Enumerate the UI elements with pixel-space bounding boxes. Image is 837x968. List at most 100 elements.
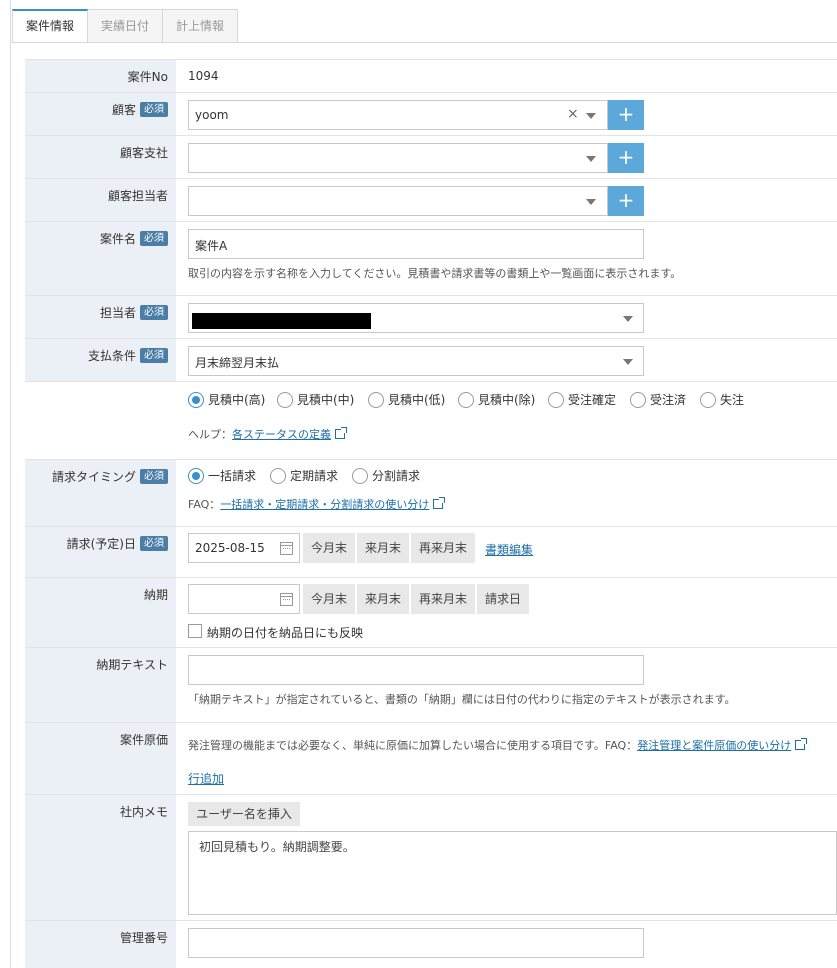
row-payment-terms: 支払条件 必須 月末締翌月末払 bbox=[25, 338, 837, 381]
customer-select[interactable]: yoom × bbox=[188, 100, 608, 130]
status-option-excluded[interactable]: 見積中(除) bbox=[458, 391, 535, 408]
delivery-text-input[interactable] bbox=[188, 655, 644, 685]
management-no-label: 管理番号 bbox=[119, 931, 168, 945]
add-row-link[interactable]: 行追加 bbox=[188, 770, 224, 787]
delivery-date-input[interactable] bbox=[188, 584, 300, 614]
payment-terms-label: 支払条件 bbox=[87, 349, 136, 363]
required-badge: 必須 bbox=[140, 536, 168, 551]
row-case-name: 案件名 必須 案件A 取引の内容を示す名称を入力してください。見積書や請求書等の書… bbox=[25, 221, 837, 295]
customer-label: 顧客 bbox=[111, 103, 136, 117]
row-delivery-text: 納期テキスト 「納期テキスト」が指定されていると、書類の「納期」欄には日付の代わ… bbox=[25, 647, 837, 722]
case-name-label: 案件名 bbox=[99, 232, 136, 246]
redacted-value bbox=[192, 313, 371, 329]
row-customer-branch: 顧客支社 + bbox=[25, 135, 837, 178]
delivery-end-of-next-month-button[interactable]: 来月末 bbox=[357, 584, 409, 614]
delivery-billing-date-button[interactable]: 請求日 bbox=[477, 584, 529, 614]
assignee-select[interactable] bbox=[188, 303, 644, 333]
left-border bbox=[10, 0, 11, 968]
customer-contact-label: 顧客担当者 bbox=[107, 189, 168, 203]
case-name-input[interactable]: 案件A bbox=[188, 229, 644, 259]
chevron-down-icon bbox=[623, 359, 633, 365]
billing-option-periodic[interactable]: 定期請求 bbox=[270, 467, 338, 484]
document-edit-link[interactable]: 書類編集 bbox=[485, 541, 533, 558]
billing-date-label: 請求(予定)日 bbox=[66, 537, 136, 551]
row-case-no: 案件No 1094 bbox=[25, 59, 837, 92]
delivery-end-of-month-after-next-button[interactable]: 再来月末 bbox=[411, 584, 475, 614]
customer-branch-label: 顧客支社 bbox=[119, 146, 168, 160]
chevron-down-icon bbox=[586, 113, 596, 119]
row-case-cost: 案件原価 発注管理の機能までは必要なく、単純に原価に加算したい場合に使用する項目… bbox=[25, 722, 837, 794]
row-customer: 顧客 必須 yoom × + bbox=[25, 92, 837, 135]
case-cost-faq-link[interactable]: 発注管理と案件原価の使い分け bbox=[637, 739, 791, 752]
management-no-input[interactable] bbox=[188, 928, 644, 958]
case-no-value: 1094 bbox=[188, 69, 219, 83]
add-customer-button[interactable]: + bbox=[608, 100, 644, 130]
status-option-order-confirmed[interactable]: 受注確定 bbox=[548, 391, 616, 408]
row-management-no: 管理番号 bbox=[25, 920, 837, 968]
required-badge: 必須 bbox=[140, 231, 168, 246]
billing-end-of-next-month-button[interactable]: 来月末 bbox=[357, 533, 409, 563]
chevron-down-icon bbox=[623, 316, 633, 322]
internal-memo-label: 社内メモ bbox=[119, 805, 168, 819]
billing-timing-label: 請求タイミング bbox=[51, 470, 136, 484]
tab-bar: 案件情報 実績日付 計上情報 bbox=[12, 9, 239, 43]
status-definition-link[interactable]: 各ステータスの定義 bbox=[232, 428, 331, 441]
delivery-label: 納期 bbox=[143, 588, 168, 602]
row-customer-contact: 顧客担当者 + bbox=[25, 178, 837, 221]
row-billing-date: 請求(予定)日 必須 2025-08-15 今月末 来月末 再来月末 書類編集 bbox=[25, 526, 837, 577]
case-cost-hint: 発注管理の機能までは必要なく、単純に原価に加算したい場合に使用する項目です。FA… bbox=[188, 737, 808, 753]
delivery-text-label: 納期テキスト bbox=[96, 658, 168, 672]
reflect-delivery-label: 納期の日付を納品日にも反映 bbox=[207, 626, 364, 640]
delivery-end-of-month-button[interactable]: 今月末 bbox=[303, 584, 355, 614]
status-option-high[interactable]: 見積中(高) bbox=[188, 391, 265, 408]
row-internal-memo: 社内メモ ユーザー名を挿入 初回見積もり。納期調整要。 bbox=[25, 794, 837, 920]
required-badge: 必須 bbox=[140, 348, 168, 363]
status-option-low[interactable]: 見積中(低) bbox=[368, 391, 445, 408]
insert-username-button[interactable]: ユーザー名を挿入 bbox=[188, 802, 300, 826]
row-assignee: 担当者 必須 bbox=[25, 295, 837, 338]
required-badge: 必須 bbox=[140, 102, 168, 117]
row-delivery: 納期 今月末 来月末 再来月末 請求日 納期の日付を納品日にも反映 bbox=[25, 577, 837, 647]
billing-option-installment[interactable]: 分割請求 bbox=[352, 467, 420, 484]
add-customer-branch-button[interactable]: + bbox=[608, 143, 644, 173]
reflect-delivery-checkbox[interactable] bbox=[188, 624, 202, 638]
status-option-ordered[interactable]: 受注済 bbox=[630, 391, 686, 408]
calendar-icon[interactable] bbox=[280, 593, 293, 606]
customer-value: yoom bbox=[195, 108, 229, 122]
status-option-lost[interactable]: 失注 bbox=[700, 391, 744, 408]
external-link-icon bbox=[433, 497, 446, 509]
clear-icon[interactable]: × bbox=[567, 106, 579, 122]
row-status: 見積中(高) 見積中(中) 見積中(低) 見積中(除) 受注確定 受注済 失注 … bbox=[25, 381, 837, 459]
required-badge: 必須 bbox=[140, 469, 168, 484]
customer-contact-select[interactable] bbox=[188, 186, 608, 216]
case-no-label: 案件No bbox=[127, 70, 168, 84]
case-cost-label: 案件原価 bbox=[119, 733, 168, 747]
case-name-hint: 取引の内容を示す名称を入力してください。見積書や請求書等の書類上や一覧画面に表示… bbox=[188, 267, 682, 280]
required-badge: 必須 bbox=[140, 305, 168, 320]
calendar-icon[interactable] bbox=[280, 542, 293, 555]
billing-end-of-month-button[interactable]: 今月末 bbox=[303, 533, 355, 563]
billing-faq: FAQ：一括請求・定期請求・分割請求の使い分け bbox=[188, 496, 446, 512]
tab-divider bbox=[12, 42, 837, 43]
payment-terms-select[interactable]: 月末締翌月末払 bbox=[188, 346, 644, 376]
external-link-icon bbox=[795, 738, 808, 750]
billing-date-input[interactable]: 2025-08-15 bbox=[188, 533, 300, 563]
internal-memo-value: 初回見積もり。納期調整要。 bbox=[199, 840, 355, 854]
status-help: ヘルプ：各ステータスの定義 bbox=[188, 426, 347, 442]
internal-memo-textarea[interactable]: 初回見積もり。納期調整要。 bbox=[188, 831, 837, 915]
billing-option-lump-sum[interactable]: 一括請求 bbox=[188, 467, 256, 484]
add-customer-contact-button[interactable]: + bbox=[608, 186, 644, 216]
chevron-down-icon bbox=[586, 156, 596, 162]
tab-case-info[interactable]: 案件情報 bbox=[12, 9, 89, 43]
row-billing-timing: 請求タイミング 必須 一括請求 定期請求 分割請求 FAQ：一括請求・定期請求・分… bbox=[25, 459, 837, 526]
assignee-label: 担当者 bbox=[99, 306, 136, 320]
delivery-text-hint: 「納期テキスト」が指定されていると、書類の「納期」欄には日付の代わりに指定のテキ… bbox=[188, 693, 736, 706]
chevron-down-icon bbox=[586, 199, 596, 205]
external-link-icon bbox=[335, 427, 347, 439]
tab-actual-dates[interactable]: 実績日付 bbox=[88, 9, 164, 43]
tab-accounting-info[interactable]: 計上情報 bbox=[163, 9, 239, 43]
billing-end-of-month-after-next-button[interactable]: 再来月末 bbox=[411, 533, 475, 563]
status-option-mid[interactable]: 見積中(中) bbox=[277, 391, 354, 408]
customer-branch-select[interactable] bbox=[188, 143, 608, 173]
billing-faq-link[interactable]: 一括請求・定期請求・分割請求の使い分け bbox=[220, 498, 429, 511]
